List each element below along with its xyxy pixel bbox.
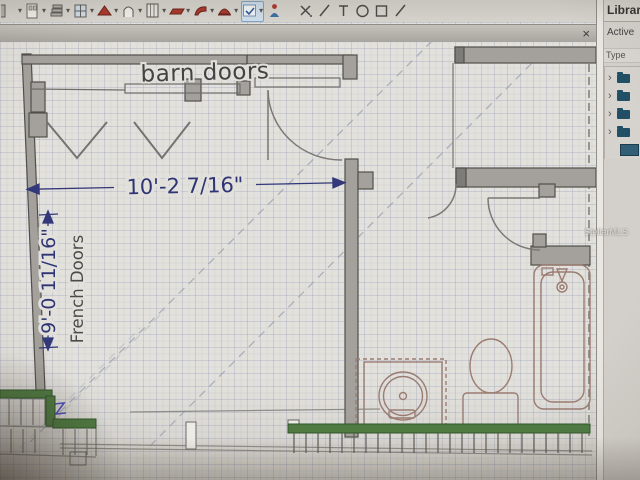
dropdown-arrow-icon[interactable]: ▾ xyxy=(162,7,166,15)
roof-tool[interactable]: ▾ xyxy=(97,0,118,22)
app-window: 10'-2 7/16" 9'-0 11/16" French Doors bar… xyxy=(0,0,640,480)
chevron-right-icon[interactable]: › xyxy=(608,127,617,138)
barn-doors-label[interactable]: barn doors xyxy=(140,58,269,87)
dome-tool[interactable]: ▾ xyxy=(217,0,238,22)
dropdown-arrow-icon[interactable]: ▾ xyxy=(210,7,214,15)
walkthrough-person-tool[interactable] xyxy=(267,0,283,22)
dropdown-arrow-icon[interactable]: ▾ xyxy=(42,7,46,15)
chevron-right-icon[interactable]: › xyxy=(608,91,617,102)
curved-roof-tool[interactable]: ▾ xyxy=(193,0,214,22)
close-icon[interactable]: × xyxy=(576,27,596,40)
library-tree-folder[interactable]: › xyxy=(605,87,640,105)
selected-thumbnail xyxy=(620,144,639,156)
door-tool[interactable]: ▾ xyxy=(25,0,46,22)
dimension-height[interactable]: 9'-0 11/16" xyxy=(38,211,60,350)
folder-icon xyxy=(617,92,630,101)
library-tree-folder[interactable]: › xyxy=(605,69,640,87)
walkthrough-person-tool-icon xyxy=(267,3,283,19)
secondary-bar: × xyxy=(0,24,596,42)
dropdown-arrow-icon[interactable]: ▾ xyxy=(259,7,263,15)
dropdown-arrow-icon[interactable]: ▾ xyxy=(114,7,118,15)
dropdown-arrow-icon[interactable]: ▾ xyxy=(90,7,94,15)
dropdown-arrow-icon[interactable]: ▾ xyxy=(66,7,70,15)
folder-icon xyxy=(617,74,630,83)
deck-railing[interactable] xyxy=(0,390,590,433)
text-tool[interactable] xyxy=(336,0,352,22)
panel-title: Library xyxy=(604,0,640,22)
main-toolbar: ▾ ▾ ▾ ▾ ▾ ▾ ▾ ▾ ▾ ▾ ▾ xyxy=(0,0,596,22)
window-tool-icon xyxy=(73,3,89,19)
line-tool-icon xyxy=(317,3,333,19)
dome-tool-icon xyxy=(217,3,233,19)
build-stack-tool[interactable]: ▾ xyxy=(49,0,70,22)
edge-tool-icon xyxy=(1,3,17,19)
box-tool[interactable] xyxy=(374,0,390,22)
delete-tool-icon xyxy=(298,3,314,19)
dimension-width-text: 10'-2 7/16" xyxy=(126,173,243,199)
circle-tool-icon xyxy=(355,3,371,19)
library-tree-folder[interactable]: › xyxy=(605,105,640,123)
chevron-right-icon[interactable]: › xyxy=(608,73,617,84)
dimension-height-text: 9'-0 11/16" xyxy=(38,228,60,334)
panel-divider[interactable] xyxy=(596,0,604,480)
dashed-diagonal-lines xyxy=(20,41,543,448)
slab-tool-icon xyxy=(169,3,185,19)
panel-filter-label[interactable]: Type xyxy=(604,48,640,63)
dimension-width[interactable]: 10'-2 7/16" xyxy=(27,171,345,202)
cabinet-tool-icon xyxy=(145,3,161,19)
bathtub xyxy=(534,265,590,409)
display-options-tool[interactable]: ▾ xyxy=(241,1,264,22)
toilet-bowl xyxy=(470,339,512,393)
dropdown-arrow-icon[interactable]: ▾ xyxy=(138,7,142,15)
door-tool-icon xyxy=(25,3,41,19)
slab-tool[interactable]: ▾ xyxy=(169,0,190,22)
french-door-symbols[interactable] xyxy=(47,122,190,158)
curved-roof-tool-icon xyxy=(193,3,209,19)
roof-tool-icon xyxy=(97,3,113,19)
build-stack-tool-icon xyxy=(49,3,65,19)
line-tool[interactable] xyxy=(317,0,333,22)
display-options-tool-icon xyxy=(242,3,258,19)
library-panel: Library Active Type › › › › xyxy=(604,0,640,480)
library-tree-folder[interactable]: › xyxy=(605,123,640,141)
deck-posts xyxy=(186,420,299,449)
toilet-tank xyxy=(463,393,518,427)
railing-balusters xyxy=(292,433,588,453)
dropdown-arrow-icon[interactable]: ▾ xyxy=(234,7,238,15)
arch-opening-tool[interactable]: ▾ xyxy=(121,0,142,22)
chevron-right-icon[interactable]: › xyxy=(608,109,617,120)
folder-icon xyxy=(617,110,630,119)
library-tree: › › › › xyxy=(604,66,640,159)
dropdown-arrow-icon[interactable]: ▾ xyxy=(18,7,22,15)
watermark: StellarMLS xyxy=(584,227,640,240)
bathroom-fixtures[interactable] xyxy=(356,265,590,432)
panel-subtitle: Active xyxy=(604,25,640,40)
circle-tool[interactable] xyxy=(355,0,371,22)
french-doors-label[interactable]: French Doors xyxy=(68,235,87,343)
delete-tool[interactable] xyxy=(298,0,314,22)
cabinet-tool[interactable]: ▾ xyxy=(145,0,166,22)
sink xyxy=(379,372,427,420)
floorplan[interactable]: 10'-2 7/16" 9'-0 11/16" French Doors bar… xyxy=(0,0,640,480)
box-tool-icon xyxy=(374,3,390,19)
folder-icon xyxy=(617,128,630,137)
edge-tool[interactable]: ▾ xyxy=(1,0,22,22)
dropdown-arrow-icon[interactable]: ▾ xyxy=(186,7,190,15)
library-tree-selected-item[interactable] xyxy=(605,141,640,159)
angled-line-tool[interactable] xyxy=(393,0,409,22)
arch-opening-tool-icon xyxy=(121,3,137,19)
angled-line-tool-icon xyxy=(393,3,409,19)
text-tool-icon xyxy=(336,3,352,19)
window-tool[interactable]: ▾ xyxy=(73,0,94,22)
